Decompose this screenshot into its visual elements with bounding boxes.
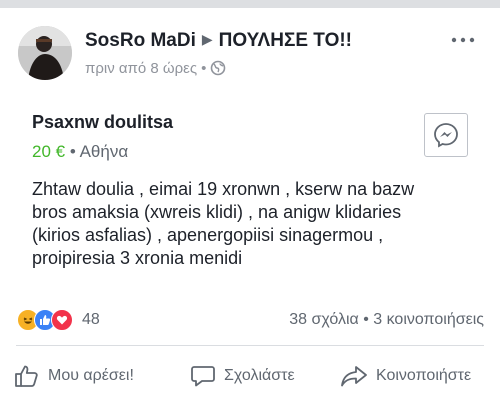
comments-count[interactable]: 38 σχόλια — [289, 311, 358, 328]
engagement-stats: 38 σχόλια • 3 κοινοποιήσεις — [289, 311, 484, 329]
meta-separator: • — [201, 60, 207, 77]
action-bar: Μου αρέσει! Σχολιάστε Κοινοποιήστε — [0, 354, 500, 406]
avatar[interactable] — [18, 26, 72, 80]
divider — [16, 345, 484, 346]
description-line: Zhtaw doulia , eimai 19 xronwn , kserw n… — [32, 179, 415, 199]
reaction-count: 48 — [82, 311, 100, 328]
comment-icon — [191, 366, 215, 387]
post-time[interactable]: πριν από 8 ώρες — [85, 60, 197, 77]
share-icon — [341, 366, 367, 387]
reactions-summary[interactable]: 48 — [17, 308, 100, 332]
listing-subline: 20 € • Αθήνα — [32, 142, 472, 162]
listing-title: Psaxnw doulitsa — [32, 112, 174, 132]
comment-label: Σχολιάστε — [224, 367, 295, 384]
more-options-icon[interactable] — [446, 32, 480, 48]
post-meta: πριν από 8 ώρες • — [85, 60, 226, 80]
top-strip — [0, 0, 500, 8]
messenger-icon — [434, 123, 458, 148]
listing-separator: • — [69, 142, 76, 161]
author-name[interactable]: SosRo MaDi — [85, 30, 196, 51]
listing-price: 20 € — [32, 142, 66, 161]
stats-separator: • — [363, 311, 369, 328]
post-description: Zhtaw doulia , eimai 19 xronwn , kserw n… — [32, 178, 472, 270]
thumbs-up-icon — [15, 365, 38, 387]
post-header-title: SosRo MaDi ▶ ΠΟΥΛΗΣΕ ΤΟ!! — [85, 30, 352, 52]
group-name[interactable]: ΠΟΥΛΗΣΕ ΤΟ!! — [219, 30, 352, 51]
love-reaction-icon — [51, 309, 73, 331]
messenger-button[interactable] — [424, 113, 468, 157]
like-label: Μου αρέσει! — [48, 367, 134, 384]
shares-count[interactable]: 3 κοινοποιήσεις — [373, 311, 484, 328]
arrow-right-icon: ▶ — [201, 31, 213, 47]
like-button[interactable]: Μου αρέσει! — [14, 364, 134, 388]
description-line: (kirios asfalias) , apenergopiisi sinage… — [32, 225, 384, 245]
globe-icon — [210, 60, 226, 80]
description-line: bros amaksia (xwreis klidi) , na anigw k… — [32, 202, 402, 222]
description-line: proipiresia 3 xronia menidi — [32, 248, 243, 268]
post-card: SosRo MaDi ▶ ΠΟΥΛΗΣΕ ΤΟ!! πριν από 8 ώρες •… — [0, 8, 500, 413]
listing-location: Αθήνα — [79, 142, 129, 161]
comment-button[interactable]: Σχολιάστε — [190, 364, 295, 388]
share-button[interactable]: Κοινοποιήστε — [340, 364, 471, 388]
listing-info: Psaxnw doulitsa 20 € • Αθήνα — [32, 112, 472, 162]
share-label: Κοινοποιήστε — [376, 367, 472, 384]
